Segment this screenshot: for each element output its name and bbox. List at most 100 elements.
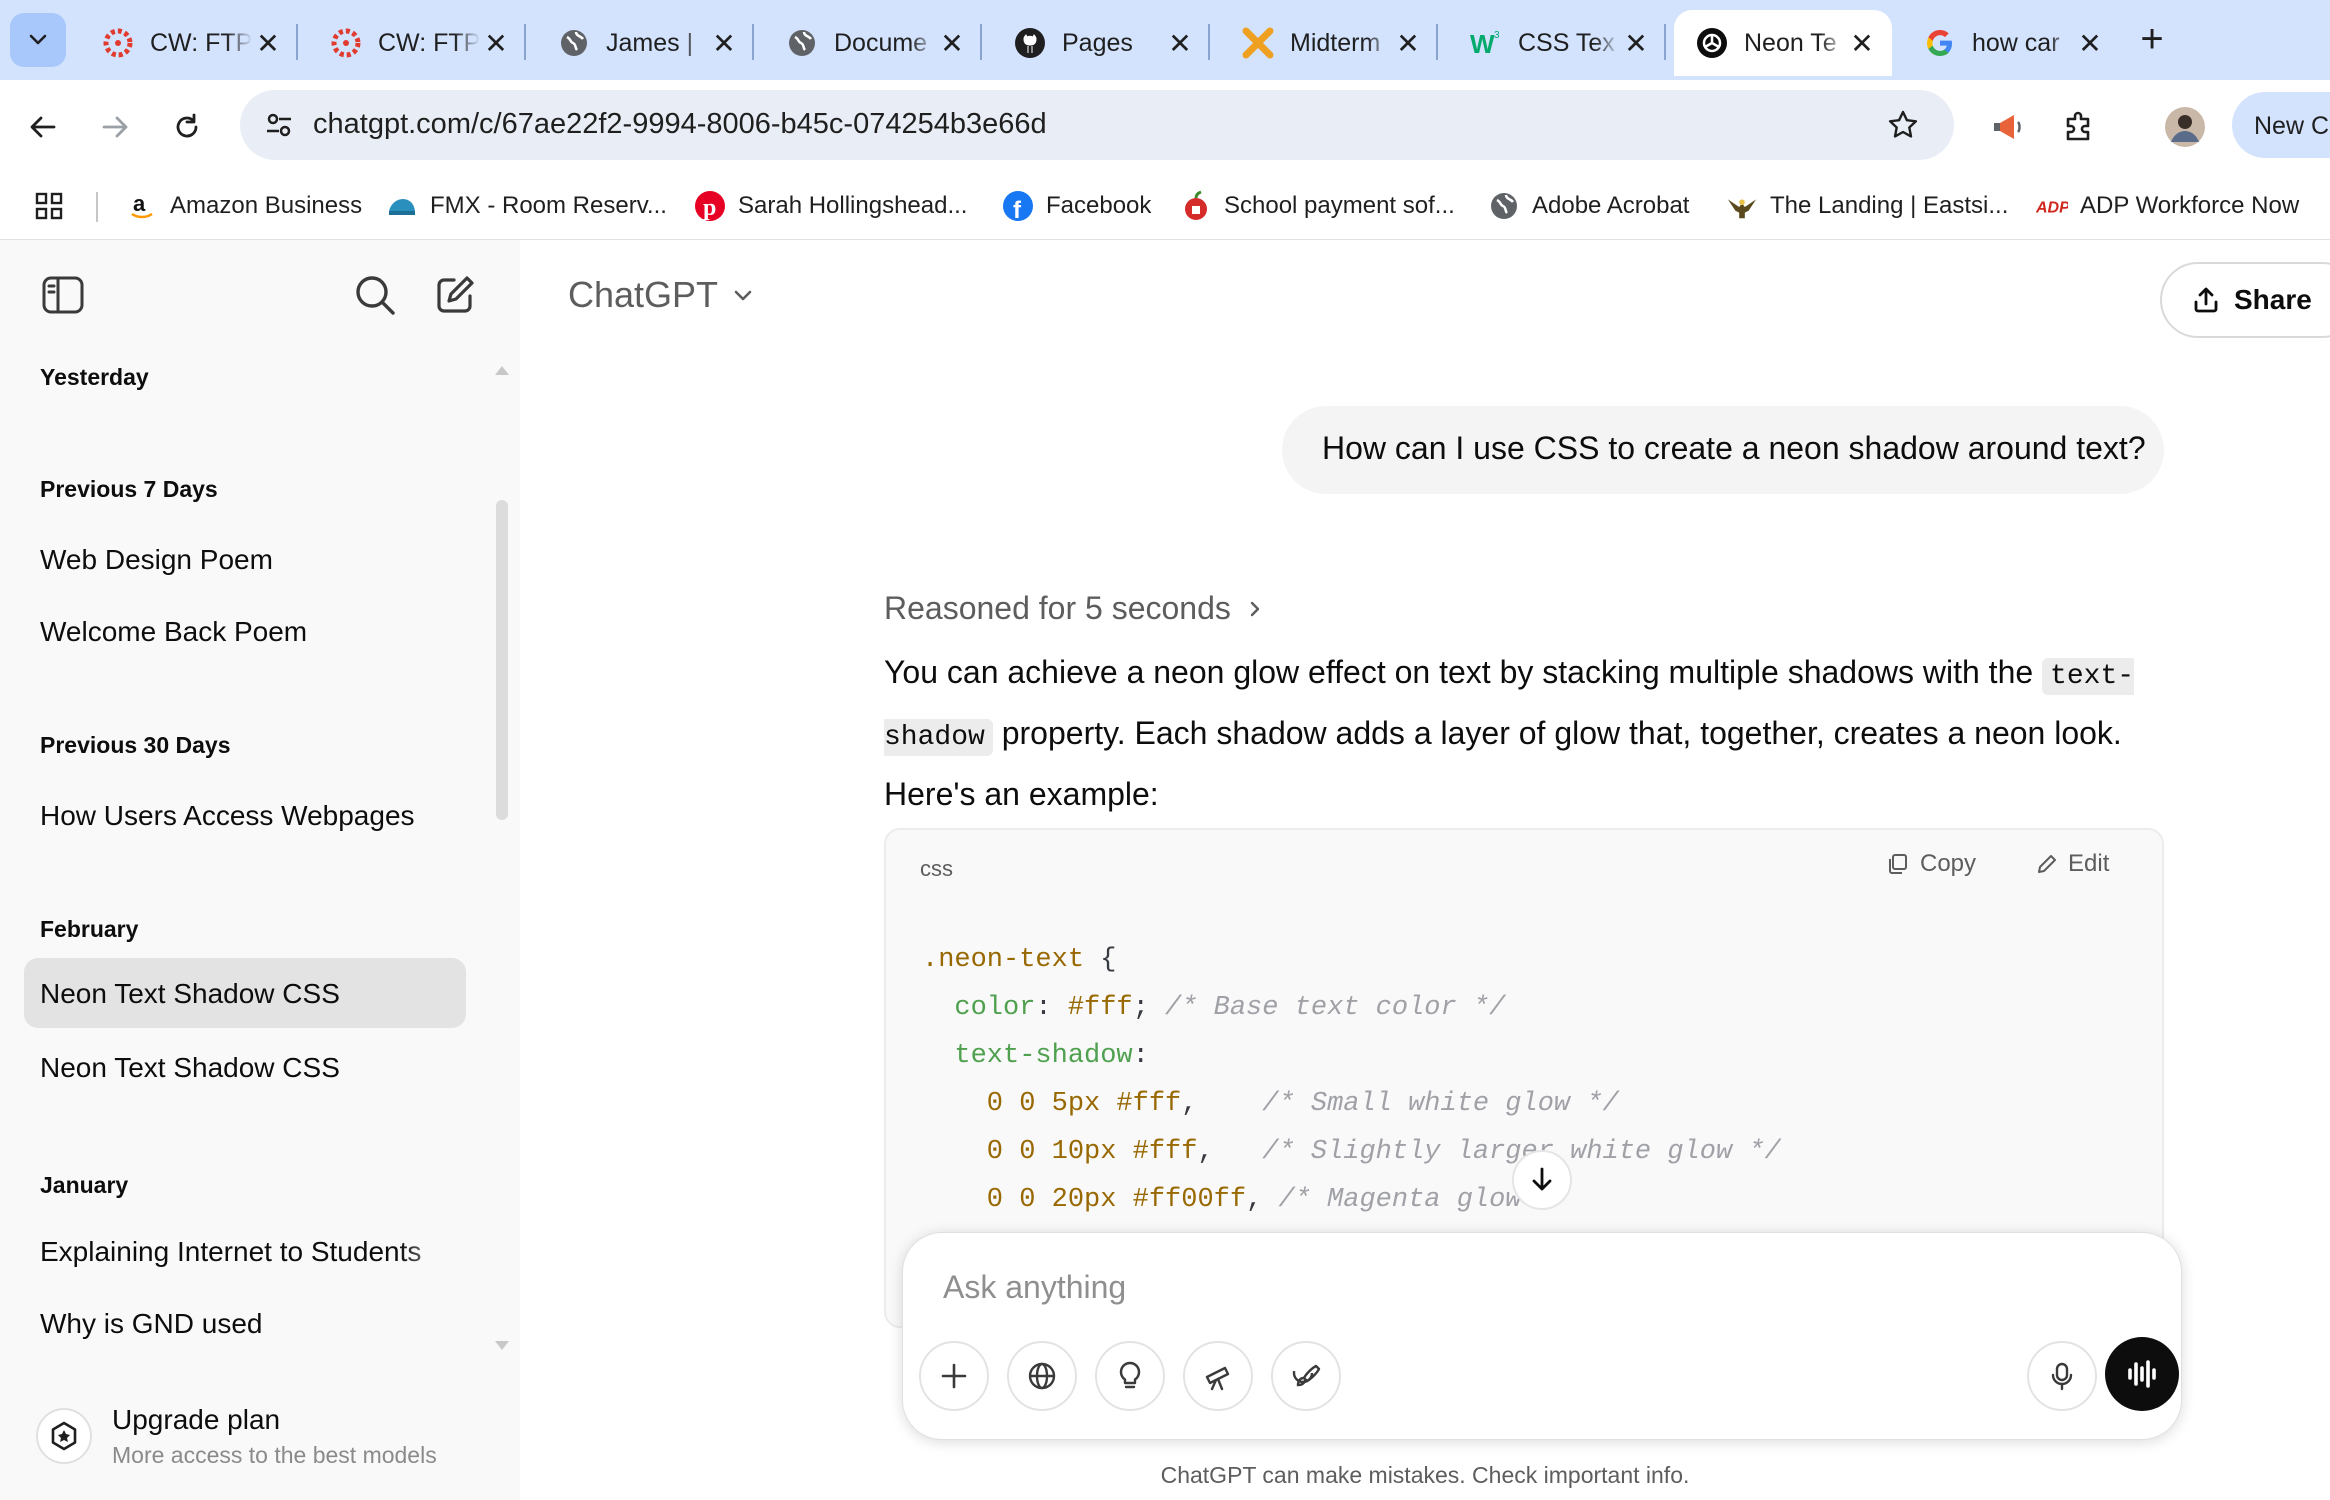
answer-text: You can achieve a neon glow effect on te… [884,654,2043,690]
new-chat-button[interactable]: New Ch [2232,92,2330,158]
bookmark-item[interactable]: ADP ADP Workforce Now [2036,186,2299,226]
new-chat-compose-button[interactable] [430,270,480,320]
bookmark-item[interactable]: p Sarah Hollingshead... [694,186,967,226]
create-image-button[interactable] [1271,1341,1341,1411]
address-bar[interactable]: chatgpt.com/c/67ae22f2-9994-8006-b45c-07… [240,90,1954,160]
share-button[interactable]: Share [2160,262,2330,338]
w3schools-icon: W3 [1468,25,1504,61]
sidebar-toggle-button[interactable] [38,270,88,320]
globe-icon [1028,1362,1056,1390]
chat-main: ChatGPT Share How can I use CSS to creat… [520,240,2330,1500]
svg-text:p: p [703,195,716,221]
browser-tab[interactable]: CW: FTP ✕ [80,10,298,76]
chat-history-item[interactable]: Explaining Internet to Students [24,1216,466,1286]
close-icon[interactable]: ✕ [1846,27,1878,59]
bookmark-item[interactable]: f Facebook [1002,186,1151,226]
chat-history-item[interactable]: How Users Access Webpages [24,780,466,850]
svg-text:f: f [1013,197,1022,222]
close-icon[interactable]: ✕ [480,27,512,59]
bookmarks-bar: a Amazon Business FMX - Room Reserv... p… [0,174,2330,240]
edit-code-button[interactable]: Edit [2036,850,2109,878]
bookmark-item[interactable]: The Landing | Eastsi... [1726,186,2008,226]
code-line: color: #fff; /* Base text color */ [922,984,1781,1032]
browser-tab[interactable]: Pages ✕ [992,10,1210,76]
deep-research-button[interactable] [1183,1341,1253,1411]
message-input[interactable]: Ask anything [943,1269,1126,1306]
scroll-down-arrow-icon[interactable] [494,1340,510,1352]
profile-avatar-icon[interactable] [2162,104,2208,150]
apps-grid-icon[interactable] [34,186,64,226]
dictate-button[interactable] [2027,1341,2097,1411]
svg-text:ADP: ADP [2036,200,2068,217]
tab-title: James | [606,28,694,57]
share-upload-icon [2194,287,2218,313]
bookmark-star-icon[interactable] [1882,104,1924,146]
sidebar: Yesterday Previous 7 Days Web Design Poe… [0,240,520,1500]
upgrade-plan-button[interactable]: Upgrade plan More access to the best mod… [36,1398,496,1482]
bookmark-label: Amazon Business [170,192,363,219]
svg-text:a: a [133,191,146,216]
upgrade-subtitle: More access to the best models [112,1442,437,1468]
code-token: text-shadow [922,1041,1133,1071]
code-token: /* Small white glow */ [1262,1089,1619,1119]
search-chats-button[interactable] [350,270,400,320]
browser-tab[interactable]: James | ✕ [536,10,754,76]
close-icon[interactable]: ✕ [1620,27,1652,59]
code-line: text-shadow: [922,1032,1781,1080]
bookmark-label: Adobe Acrobat [1532,192,1690,219]
chevron-down-icon [29,34,47,45]
edit-label: Edit [2068,850,2110,877]
close-icon[interactable]: ✕ [1392,27,1424,59]
browser-tab-active[interactable]: Neon Te ✕ [1674,10,1892,76]
copy-code-button[interactable]: Copy [1886,850,1976,878]
bookmark-item[interactable]: School payment sof... [1180,186,1455,226]
voice-mode-button[interactable] [2105,1337,2179,1411]
close-icon[interactable]: ✕ [1164,27,1196,59]
model-selector[interactable]: ChatGPT [568,274,754,316]
site-info-icon[interactable] [258,104,300,146]
bookmark-item[interactable]: FMX - Room Reserv... [386,186,667,226]
chat-history-item[interactable]: Why is GND used [24,1288,466,1358]
canvas-red-icon [100,25,136,61]
search-web-button[interactable] [1007,1341,1077,1411]
close-icon[interactable]: ✕ [936,27,968,59]
browser-tab[interactable]: how car ✕ [1902,10,2120,76]
browser-tab[interactable]: W3 CSS Tex ✕ [1448,10,1666,76]
chat-history-item[interactable]: Web Design Poem [24,524,466,594]
bookmark-label: The Landing | Eastsi... [1770,192,2009,219]
reason-button[interactable] [1095,1341,1165,1411]
tab-title: CSS Tex [1518,28,1615,57]
tab-title: how car [1972,28,2060,57]
sidebar-scrollbar[interactable] [496,500,508,820]
scroll-up-arrow-icon[interactable] [494,364,510,376]
close-icon[interactable]: ✕ [252,27,284,59]
reload-icon [176,113,198,138]
assistant-answer: You can achieve a neon glow effect on te… [884,644,2184,822]
browser-tab[interactable]: CW: FTP ✕ [308,10,526,76]
chat-history-item[interactable]: Neon Text Shadow CSS [24,1032,466,1102]
code-token: , [1181,1089,1263,1119]
svg-text:3: 3 [1494,30,1500,41]
attach-button[interactable] [919,1341,989,1411]
tab-title: Midterm [1290,28,1381,57]
forward-button[interactable] [90,102,140,152]
browser-tab[interactable]: Midterm ✕ [1220,10,1438,76]
scroll-to-bottom-button[interactable] [1512,1150,1572,1210]
code-line: 0 0 10px #fff, /* Slightly larger white … [922,1128,1781,1176]
composer: Ask anything [902,1232,2182,1440]
browser-tab[interactable]: Docume ✕ [764,10,982,76]
chat-history-item[interactable]: Welcome Back Poem [24,596,466,666]
reload-button[interactable] [162,102,212,152]
extensions-puzzle-icon[interactable] [2056,104,2102,150]
tab-search-button[interactable] [10,13,66,67]
reasoning-toggle[interactable]: Reasoned for 5 seconds [884,590,1265,627]
bookmark-item[interactable]: Adobe Acrobat [1488,186,1689,226]
close-icon[interactable]: ✕ [2074,27,2106,59]
bookmark-item[interactable]: a Amazon Business [126,186,362,226]
close-icon[interactable]: ✕ [708,27,740,59]
user-message: How can I use CSS to create a neon shado… [1282,406,2164,494]
back-button[interactable] [18,102,68,152]
new-tab-button[interactable]: + [2130,18,2174,62]
megaphone-extension-icon[interactable] [1984,104,2030,150]
chat-history-item-active[interactable]: Neon Text Shadow CSS [24,958,466,1028]
